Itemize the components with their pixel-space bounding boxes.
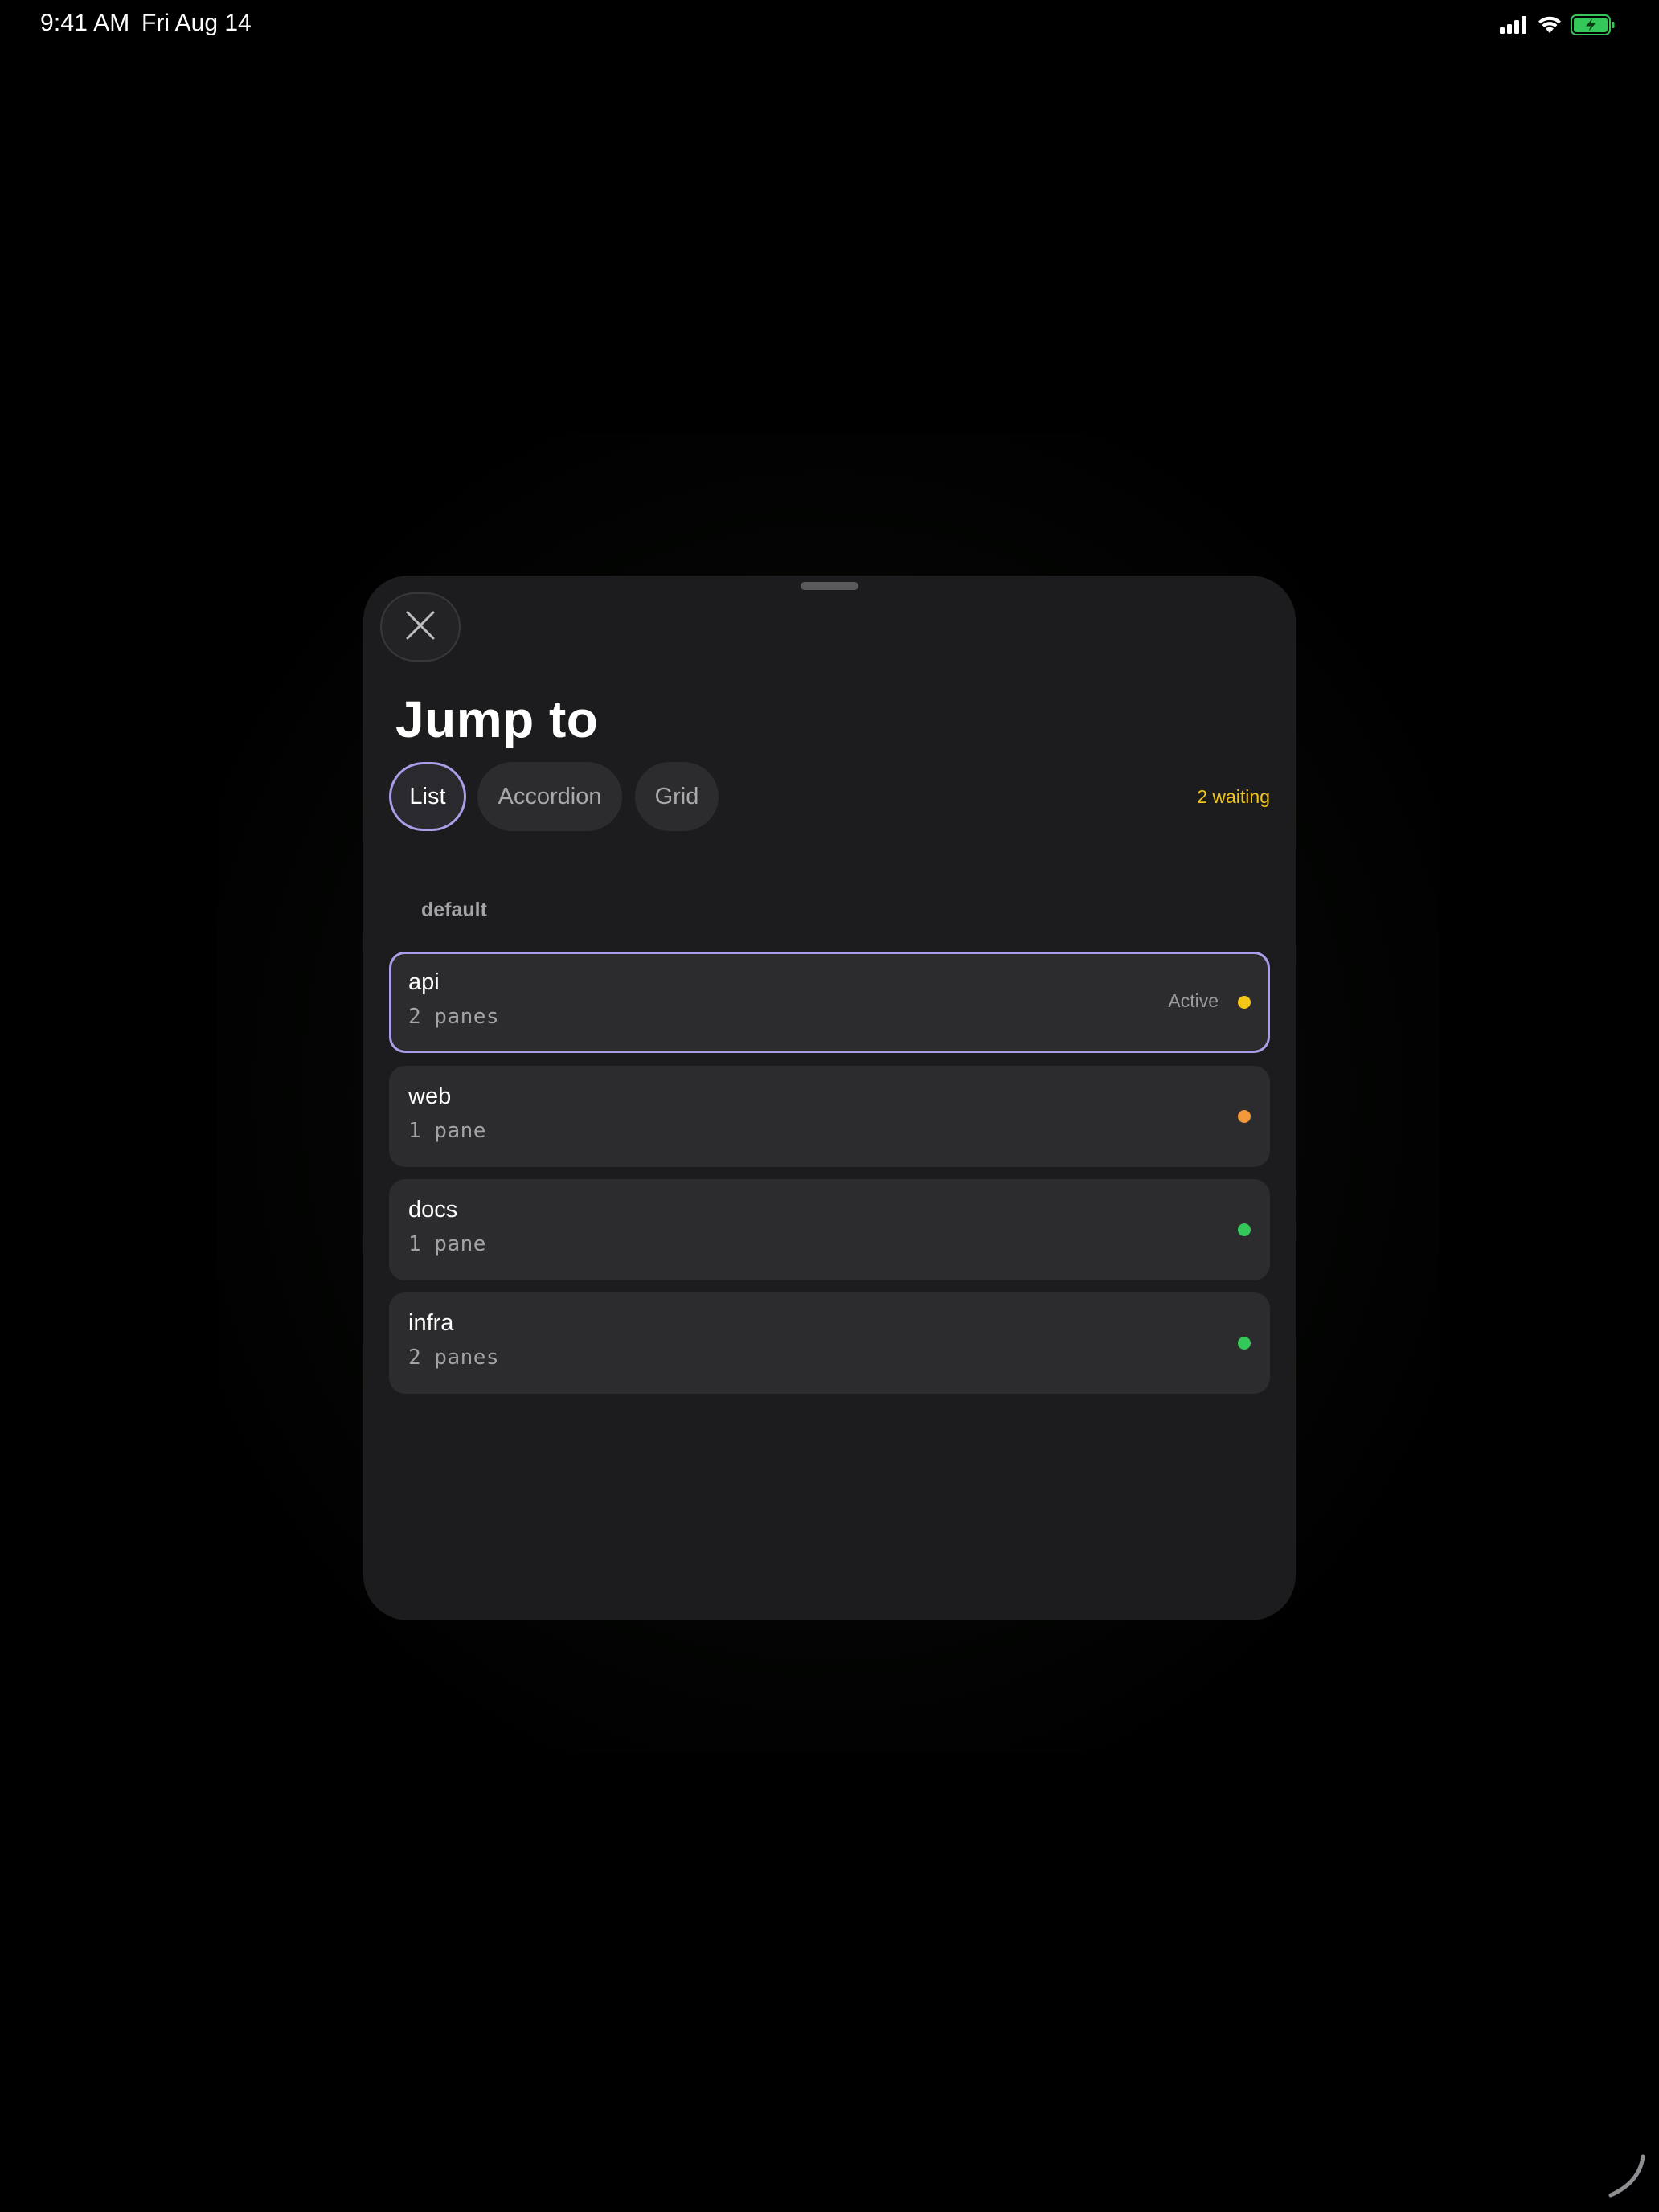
jump-to-sheet: Jump to List Accordion Grid 2 waiting de… xyxy=(363,576,1296,1620)
signal-icon xyxy=(1500,16,1529,34)
session-name: web xyxy=(408,1083,452,1109)
view-mode-accordion-button[interactable]: Accordion xyxy=(477,762,622,831)
session-row-infra[interactable]: infra 2 panes xyxy=(389,1292,1270,1394)
active-badge: Active xyxy=(1168,990,1219,1011)
status-icons xyxy=(1500,13,1616,37)
session-pane-count: 1 pane xyxy=(408,1119,486,1143)
status-dot xyxy=(1238,996,1251,1009)
status-dot xyxy=(1238,1223,1251,1236)
status-date: Fri Aug 14 xyxy=(141,10,252,36)
screen: 9:41 AM Fri Aug 14 Jump to List Accordio… xyxy=(0,0,1659,2212)
view-mode-grid-button[interactable]: Grid xyxy=(635,762,719,831)
status-time: 9:41 AM xyxy=(40,10,130,36)
waiting-count: 2 waiting xyxy=(1197,786,1270,807)
sheet-grabber[interactable] xyxy=(801,582,858,590)
session-name: docs xyxy=(408,1197,458,1223)
status-dot xyxy=(1238,1110,1251,1123)
wifi-icon xyxy=(1537,15,1563,35)
battery-charging-icon xyxy=(1571,14,1616,35)
session-name: infra xyxy=(408,1310,454,1336)
session-row-web[interactable]: web 1 pane xyxy=(389,1066,1270,1167)
session-pane-count: 2 panes xyxy=(408,1005,500,1029)
session-name: api xyxy=(408,969,440,995)
view-mode-list-button[interactable]: List xyxy=(389,762,466,831)
session-pane-count: 1 pane xyxy=(408,1232,486,1256)
status-dot xyxy=(1238,1337,1251,1350)
page-title: Jump to xyxy=(395,690,599,748)
section-header: default xyxy=(421,899,487,921)
close-button[interactable] xyxy=(380,592,461,662)
session-pane-count: 2 panes xyxy=(408,1346,500,1370)
close-icon xyxy=(405,610,436,645)
resize-handle-icon[interactable] xyxy=(1604,2153,1653,2206)
session-row-api[interactable]: api 2 panes Active xyxy=(389,952,1270,1053)
session-row-docs[interactable]: docs 1 pane xyxy=(389,1179,1270,1280)
